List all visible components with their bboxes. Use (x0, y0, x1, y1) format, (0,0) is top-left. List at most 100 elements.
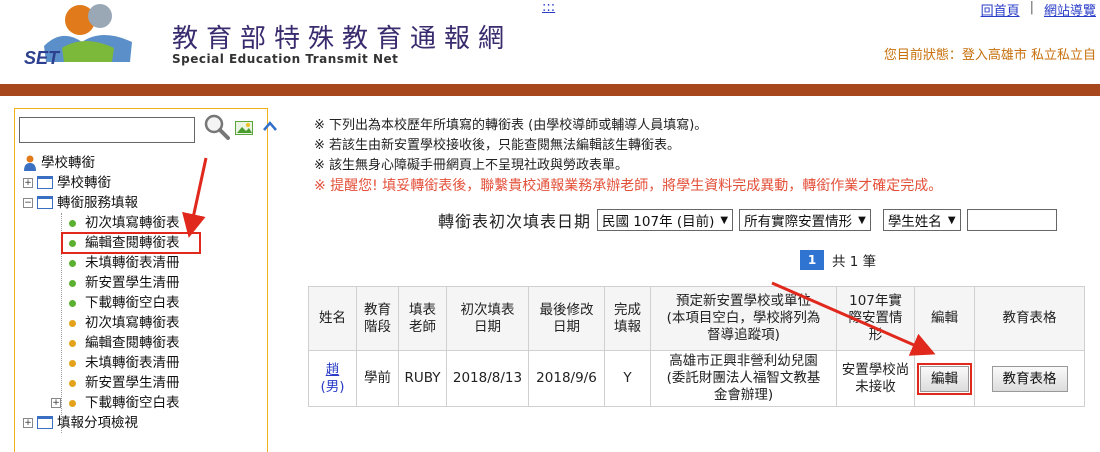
col-header-last-date: 最後修改 日期 (528, 286, 605, 351)
col-header-name: 姓名 (308, 286, 357, 351)
school-line: 高雄市正興非營利幼兒園 (669, 353, 818, 369)
yellow-dot-icon (69, 320, 76, 327)
expand-icon[interactable]: + (23, 178, 33, 188)
tree-label: 未填轉銜表清冊 (85, 255, 180, 271)
tree-item-school-transition[interactable]: + 學校轉銜 (19, 173, 267, 193)
note-3: ※ 該生無身心障礙手冊網頁上不呈現社政與勞政表單。 (314, 158, 629, 173)
top-links: 回首頁 | 網站導覽 (981, 0, 1096, 19)
green-dot-icon (69, 260, 76, 267)
main-content: ※ 下列出為本校歷年所填寫的轉銜表 (由學校導師或輔導人員填寫)。 ※ 若該生由… (314, 116, 1100, 196)
tree-item-edit-view-yellow[interactable]: 編輯查閱轉銜表 (19, 333, 267, 353)
note-1: ※ 下列出為本校歷年所填寫的轉銜表 (由學校導師或輔導人員填寫)。 (314, 118, 708, 133)
search-field-select[interactable]: 學生姓名 ▼ (882, 209, 961, 231)
expand-icon[interactable]: + (23, 418, 33, 428)
cell-completed: Y (604, 350, 651, 407)
site-logo[interactable]: SET (22, 2, 152, 68)
tree-root-school-transition[interactable]: 學校轉銜 (19, 153, 267, 173)
header-text: 姓名 (319, 310, 346, 326)
cell-name: 趙 (男) (308, 350, 357, 407)
header-text: 填報 (614, 318, 641, 335)
image-icon[interactable] (235, 119, 253, 135)
header-text: 填表 (409, 301, 436, 318)
cell-teacher: RUBY (398, 350, 447, 407)
folder-icon (37, 176, 53, 189)
person-icon (24, 155, 36, 171)
col-header-new-school: 預定新安置學校或單位 (本項目空白，學校將列為 督導追蹤項) (650, 286, 837, 351)
header-text: 初次填表 (460, 301, 515, 318)
year-select[interactable]: 民國 107年 (目前) ▼ (597, 209, 734, 231)
placement-line: 未接收 (855, 378, 896, 395)
tree-label: 初次填寫轉銜表 (85, 315, 180, 331)
education-forms-button[interactable]: 教育表格 (991, 365, 1068, 392)
tree-item-transition-service[interactable]: − 轉銜服務填報 (19, 193, 267, 213)
tree-item-edit-view-green[interactable]: 編輯查閱轉銜表 (19, 232, 267, 254)
sidebar: 學校轉銜 + 學校轉銜 − 轉銜服務填報 初次填寫轉銜表 編輯查閱轉銜表 未填轉… (14, 108, 268, 452)
header-text: 督導追蹤項) (707, 327, 780, 343)
tree-label: 初次填寫轉銜表 (85, 215, 180, 231)
tree-label: 填報分項檢視 (57, 415, 138, 431)
cell-last-date: 2018/9/6 (528, 350, 605, 407)
cell-first-date: 2018/8/13 (446, 350, 529, 407)
note-2: ※ 若該生由新安置學校接收後，只能查閱無法編輯該生轉銜表。 (314, 138, 681, 153)
school-line: 金會辦理) (713, 387, 774, 403)
page-number-current[interactable]: 1 (800, 250, 824, 270)
tree-item-download-blank-green[interactable]: 下載轉銜空白表 (19, 293, 267, 313)
col-header-first-date: 初次填表 日期 (446, 286, 529, 351)
student-name-input[interactable] (966, 209, 1057, 231)
skip-to-content-link[interactable]: ::: (542, 0, 555, 15)
header-text: 日期 (474, 318, 501, 335)
search-field-select-value: 學生姓名 (887, 214, 942, 230)
placement-select[interactable]: 所有實際安置情形 ▼ (739, 209, 871, 231)
tree-item-unfilled-list-green[interactable]: 未填轉銜表清冊 (19, 253, 267, 273)
edit-button[interactable]: 編輯 (920, 365, 969, 392)
collapse-tree-icon[interactable]: − (23, 198, 33, 208)
link-separator: | (1029, 0, 1034, 15)
col-header-forms: 教育表格 (974, 286, 1085, 351)
collapse-sidebar-icon[interactable] (262, 120, 278, 132)
placement-line: 安置學校尚 (841, 361, 910, 378)
col-header-placement: 107年實 際安置情形 (836, 286, 915, 351)
green-dot-icon (69, 280, 76, 287)
expand-icon[interactable]: + (51, 398, 61, 408)
tree-item-itemized-view[interactable]: + 填報分項檢視 (19, 413, 267, 433)
table-row: 趙 (男) 學前 RUBY 2018/8/13 2018/9/6 Y 高雄市正興… (308, 350, 1085, 407)
header-text: 日期 (553, 318, 580, 335)
cell-placement-status: 安置學校尚 未接收 (836, 350, 915, 407)
transition-table: 姓名 教育 階段 填表 老師 初次填表 日期 最後修改 日期 完成 填報 預定新安置學校或… (308, 286, 1085, 407)
header-text: 預定新安置學校或單位 (676, 293, 811, 309)
pager: 1 共 1 筆 (800, 250, 876, 270)
header-text: 際安置情 (848, 310, 903, 326)
chevron-down-icon: ▼ (858, 214, 866, 226)
col-header-completed: 完成 填報 (604, 286, 651, 351)
search-icon[interactable] (203, 113, 231, 141)
filter-bar: 轉銜表初次填表日期 民國 107年 (目前) ▼ 所有實際安置情形 ▼ 學生姓名… (438, 208, 1057, 232)
logo-text: SET (24, 48, 61, 68)
tree-label: 編輯查閱轉銜表 (85, 335, 180, 351)
tree-label: 未填轉銜表清冊 (85, 355, 180, 371)
header-text: 完成 (614, 301, 641, 318)
header-text: 階段 (364, 318, 391, 335)
tree-item-first-fill-green[interactable]: 初次填寫轉銜表 (19, 213, 267, 233)
chevron-down-icon: ▼ (947, 214, 956, 226)
tree-item-new-placement-green[interactable]: 新安置學生清冊 (19, 273, 267, 293)
header-text: (本項目空白，學校將列為 (666, 310, 821, 326)
tree-label: 學校轉銜 (41, 155, 95, 171)
sitemap-link[interactable]: 網站導覽 (1044, 0, 1096, 19)
yellow-dot-icon (69, 400, 76, 407)
tree-label: 轉銜服務填報 (57, 195, 138, 211)
tree-item-first-fill-yellow[interactable]: 初次填寫轉銜表 (19, 313, 267, 333)
header-text: 教育表格 (1002, 310, 1057, 326)
cell-stage: 學前 (356, 350, 399, 407)
col-header-stage: 教育 階段 (356, 286, 399, 351)
sidebar-search-input[interactable] (19, 117, 195, 143)
tree-item-unfilled-list-yellow[interactable]: 未填轉銜表清冊 (19, 353, 267, 373)
tree-item-new-placement-yellow[interactable]: 新安置學生清冊 (19, 373, 267, 393)
tree-item-download-blank-yellow[interactable]: + 下載轉銜空白表 (19, 393, 267, 413)
tree-label: 新安置學生清冊 (85, 275, 180, 291)
year-select-value: 民國 107年 (目前) (602, 214, 715, 230)
col-header-edit: 編輯 (914, 286, 975, 351)
home-link[interactable]: 回首頁 (981, 0, 1020, 19)
student-gender: (男) (320, 378, 345, 395)
record-count: 共 1 筆 (832, 254, 877, 270)
student-name-link[interactable]: 趙 (326, 362, 340, 378)
